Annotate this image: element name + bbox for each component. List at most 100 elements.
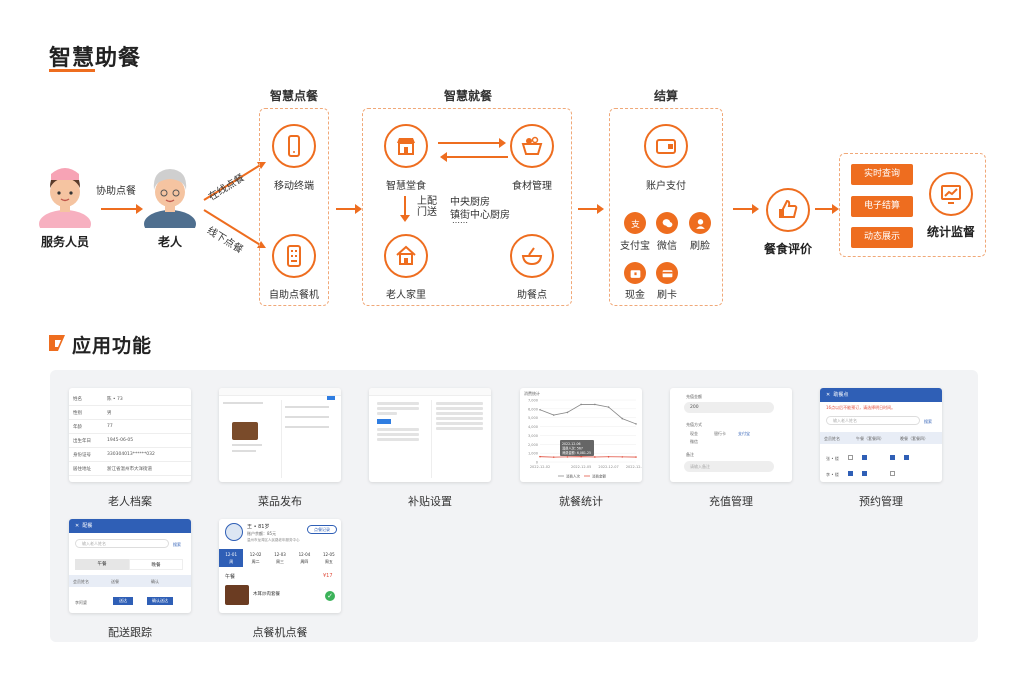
thumb-caption: 点餐机点餐 (252, 626, 308, 639)
delivery-search-btn[interactable]: 搜索 (173, 542, 181, 547)
recharge-m3[interactable]: 支付宝 (738, 431, 750, 436)
reservation-search[interactable]: 输入老人姓名 (826, 416, 920, 425)
kiosk-node (272, 234, 316, 278)
thumb-elder-profile[interactable]: 姓名 陈 • 73 性别 男年龄 77 出生年日 1945-06-05 身份证号 3303040… (69, 388, 191, 482)
staff-label: 服务人员 (40, 235, 89, 249)
y-tick-label: 2,000 (528, 443, 538, 447)
meal-point-node (510, 234, 554, 278)
x-tick-label: 2022-12-07 (598, 465, 618, 469)
data-point (552, 414, 555, 416)
recharge-m1[interactable]: 现金 (690, 431, 698, 436)
arrow-settlement-eval (733, 204, 759, 214)
profile-key: 身份证号 (73, 452, 91, 458)
y-tick-label: 0 (536, 461, 538, 465)
dish-image (225, 585, 249, 605)
e-settlement-badge: 电子结算 (851, 196, 913, 217)
reservation-notice: 16点以后不能预订，请选择明日时间。 (826, 405, 896, 410)
thumb-dish-publish[interactable] (219, 388, 341, 482)
data-point (539, 408, 541, 411)
recharge-amount-label: 充值金额 (686, 394, 702, 399)
checkbox[interactable] (848, 471, 853, 476)
thumb-dining-stats[interactable]: 消费统计 7,000 6,000 5,000 4,000 3,000 2,000 1,000… (520, 388, 642, 482)
profile-row: 姓名 陈 • 73 (69, 392, 191, 406)
face-label: 刷脸 (690, 241, 710, 252)
ordering-title: 智慧点餐 (269, 89, 318, 103)
checkbox[interactable] (890, 455, 895, 460)
reservation-header-text: 助餐点 (833, 392, 849, 398)
day-tab[interactable]: 12-01 周 (219, 549, 244, 567)
checkbox[interactable] (862, 471, 867, 476)
reservation-row1-name: 张 • 楼 (826, 456, 839, 461)
profile-key: 居住地址 (73, 466, 91, 472)
arrow-eval-monitor (815, 204, 839, 214)
title-underline (49, 69, 95, 72)
kiosk-dish-name: 木耳炒肉套餐 (253, 592, 280, 597)
arrow-canteen-ingredients (438, 138, 506, 148)
thumb-recharge[interactable]: 充值金额 200 充值方式 现金 银行卡 支付宝 微信 备注 请输入备注 (670, 388, 792, 482)
close-icon[interactable]: ✕ (75, 523, 79, 529)
profile-value: 浙江省温州市大洋街道 (107, 466, 152, 472)
delivery-tab-dinner[interactable]: 晚餐 (129, 559, 183, 570)
page-title: 智慧助餐 (49, 46, 142, 71)
kiosk-meal-label: 午餐 (225, 574, 236, 580)
delivery-row-name: 李阿婆 (75, 600, 87, 605)
card-label: 刷卡 (657, 290, 677, 301)
delivery-col3: 确认 (151, 579, 159, 584)
cash-node (624, 262, 646, 284)
recharge-remark-field[interactable]: 请输入备注 (684, 461, 774, 472)
recharge-m2[interactable]: 银行卡 (714, 431, 726, 436)
recharge-amount-field[interactable]: 200 (684, 402, 774, 413)
delivery-label: 上配门送 (417, 196, 437, 218)
home-node (384, 234, 428, 278)
arrow-staff-elder (101, 204, 143, 214)
y-tick-label: 4,000 (528, 425, 538, 429)
thumb-caption: 菜品发布 (258, 495, 302, 508)
arrow-ingredients-canteen (440, 152, 508, 162)
checkbox[interactable] (904, 455, 909, 460)
thumb-delivery-tracking[interactable]: ✕ 配餐 输入老人姓名 搜索 午餐 晚餐 会员姓名 送餐 确认 李阿婆 送达 确… (69, 519, 191, 613)
legend-label: 消费人次 (566, 474, 580, 479)
check-icon[interactable]: ✓ (325, 591, 335, 601)
close-icon[interactable]: ✕ (826, 392, 830, 398)
delivery-search[interactable]: 输入老人姓名 (75, 539, 169, 548)
data-point (594, 403, 596, 406)
thumb-reservation[interactable]: ✕ 助餐点 16点以后不能预订，请选择明日时间。 输入老人姓名 搜索 会员姓名 … (820, 388, 942, 482)
day-tab[interactable]: 12-04 周四 (292, 549, 316, 567)
confirm-delivery-button[interactable]: 确认送达 (147, 597, 173, 605)
arrow-canteen-home (400, 196, 410, 222)
basket-icon (521, 136, 543, 155)
wechat-icon (662, 218, 672, 227)
delivery-col2: 送餐 (111, 579, 119, 584)
recharge-m4[interactable]: 微信 (690, 439, 698, 444)
series-line (539, 404, 637, 425)
day-tab[interactable]: 12-03 周三 (268, 549, 292, 567)
meal-point-label: 助餐点 (517, 290, 547, 301)
kiosk-price: ¥17 (323, 573, 333, 579)
checkbox[interactable] (890, 471, 895, 476)
alipay-node: 支 (624, 212, 646, 234)
delivery-tab-lunch[interactable]: 午餐 (75, 559, 129, 570)
y-tick-label: 6,000 (528, 407, 538, 411)
checkbox[interactable] (848, 455, 853, 460)
delivery-header-text: 配餐 (82, 523, 93, 529)
thumb-caption: 老人档案 (108, 495, 152, 508)
kiosk-balance: 账户余额：85元 (247, 531, 277, 536)
checkbox[interactable] (862, 455, 867, 460)
thumb-subsidy-settings[interactable] (369, 388, 491, 482)
data-point (607, 406, 610, 408)
reservation-search-btn[interactable]: 搜索 (924, 419, 932, 424)
data-point (621, 456, 624, 458)
realtime-query-badge: 实时查询 (851, 164, 913, 185)
day-tab[interactable]: 12-02 周二 (243, 549, 267, 567)
alipay-icon: 支 (631, 217, 640, 229)
reservation-row2-name: 李 • 楼 (826, 472, 839, 477)
thumb-caption: 就餐统计 (559, 495, 603, 508)
thumb-kiosk-ordering[interactable]: 王 • 81岁 账户余额：85元 温州市龙湾区人民路老年服务中心 点餐记录 12… (219, 519, 341, 613)
deliver-button[interactable]: 送达 (113, 597, 133, 605)
wechat-node (656, 212, 678, 234)
recharge-remark-label: 备注 (686, 452, 694, 457)
order-record-button[interactable]: 点餐记录 (307, 525, 337, 534)
phone-icon (288, 135, 300, 157)
bowl-icon (521, 247, 543, 266)
day-tab[interactable]: 12-05 周五 (317, 549, 341, 567)
